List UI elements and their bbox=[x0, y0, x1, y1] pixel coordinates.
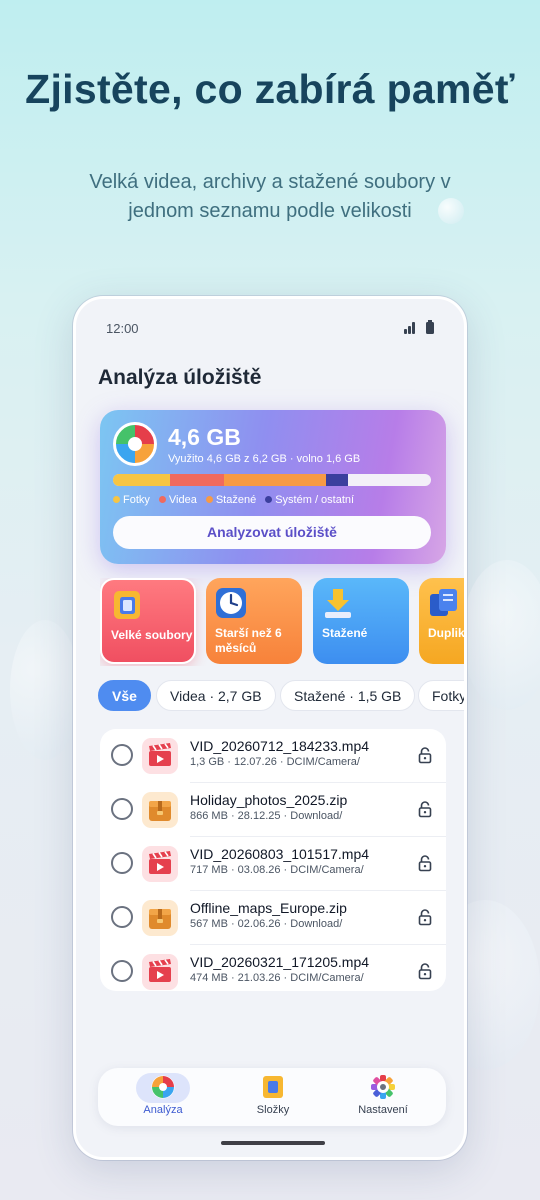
nav-item-analysis[interactable]: Analýza bbox=[118, 1073, 208, 1116]
select-checkbox[interactable] bbox=[111, 960, 133, 982]
clock-icon bbox=[216, 588, 246, 618]
file-name: Holiday_photos_2025.zip bbox=[190, 792, 348, 808]
select-checkbox[interactable] bbox=[111, 798, 133, 820]
lock-icon[interactable] bbox=[418, 962, 432, 980]
file-name: VID_20260803_101517.mp4 bbox=[190, 846, 370, 862]
file-meta: 1,3 GB · 12.07.26 · DCIM/Camera/ bbox=[190, 756, 360, 768]
file-meta: 717 MB · 03.08.26 · DCIM/Camera/ bbox=[190, 864, 364, 876]
file-row[interactable]: VID_20260321_171205.mp4 474 MB · 21.03.26… bbox=[100, 945, 446, 991]
legend-item: Fotky bbox=[113, 494, 150, 506]
status-bar: 12:00 bbox=[106, 319, 434, 337]
folder-icon bbox=[263, 1076, 283, 1098]
select-checkbox[interactable] bbox=[111, 906, 133, 928]
nav-item-folders[interactable]: Složky bbox=[228, 1074, 318, 1116]
storage-summary-card: 4,6 GB Využito 4,6 GB z 6,2 GB · volno 1… bbox=[100, 410, 446, 564]
filter-chip-all[interactable]: Vše bbox=[98, 680, 151, 711]
category-duplicates[interactable]: Duplikáty bbox=[419, 578, 464, 664]
lock-icon[interactable] bbox=[418, 800, 432, 818]
bottom-navigation: Analýza Složky Nastavení bbox=[98, 1068, 446, 1126]
nav-item-settings[interactable]: Nastavení bbox=[338, 1074, 428, 1116]
download-icon bbox=[325, 589, 351, 618]
home-indicator bbox=[221, 1141, 325, 1145]
page-title: Analýza úložiště bbox=[98, 366, 262, 389]
usage-segment bbox=[326, 474, 349, 486]
archive-file-icon bbox=[142, 792, 178, 828]
storage-usage-bar bbox=[113, 474, 431, 486]
storage-legend: Fotky Videa Stažené Systém / ostatní bbox=[113, 494, 354, 506]
usage-segment bbox=[170, 474, 225, 486]
lock-icon[interactable] bbox=[418, 746, 432, 764]
usage-segment bbox=[113, 474, 171, 486]
promo-subline: Velká videa, archivy a stažené soubory v… bbox=[89, 171, 451, 222]
lock-icon[interactable] bbox=[418, 854, 432, 872]
file-name: Offline_maps_Europe.zip bbox=[190, 900, 347, 916]
battery-icon bbox=[426, 320, 434, 334]
file-name: VID_20260712_184233.mp4 bbox=[190, 738, 370, 754]
storage-pie-icon bbox=[113, 422, 157, 466]
legend-item: Stažené bbox=[205, 494, 256, 506]
file-meta: 567 MB · 02.06.26 · Download/ bbox=[190, 918, 343, 930]
storage-usage-text: Využito 4,6 GB z 6,2 GB · volno 1,6 GB bbox=[168, 453, 361, 465]
usage-segment bbox=[224, 474, 327, 486]
category-cards: Velké soubory Starší než 6 měsíců Stažen… bbox=[100, 578, 464, 666]
storage-used-value: 4,6 GB bbox=[168, 424, 241, 450]
file-list: VID_20260712_184233.mp4 1,3 GB · 12.07.26… bbox=[100, 729, 446, 991]
legend-dot bbox=[113, 495, 120, 503]
select-checkbox[interactable] bbox=[111, 852, 133, 874]
legend-item: Systém / ostatní bbox=[265, 494, 354, 506]
legend-item: Videa bbox=[158, 494, 197, 506]
legend-dot bbox=[265, 495, 273, 503]
lock-icon[interactable] bbox=[418, 908, 432, 926]
file-icon bbox=[114, 591, 140, 619]
settings-icon bbox=[371, 1075, 395, 1099]
file-row[interactable]: VID_20260803_101517.mp4 717 MB · 03.08.26… bbox=[100, 837, 446, 891]
filter-chip-downloads[interactable]: Stažené · 1,5 GB bbox=[280, 680, 416, 711]
pie-chart-icon bbox=[151, 1075, 175, 1099]
legend-dot bbox=[158, 495, 166, 503]
signal-icon bbox=[404, 322, 416, 334]
status-time: 12:00 bbox=[106, 320, 139, 336]
file-row[interactable]: Offline_maps_Europe.zip 567 MB · 02.06.26… bbox=[100, 891, 446, 945]
legend-dot bbox=[205, 495, 213, 503]
filter-chip-videos[interactable]: Videa · 2,7 GB bbox=[156, 680, 276, 711]
video-file-icon bbox=[142, 846, 178, 882]
decorative-bubble bbox=[462, 560, 540, 710]
promo-headline: Zjistěte, co zabírá paměť bbox=[25, 66, 515, 112]
video-file-icon bbox=[142, 954, 178, 990]
video-file-icon bbox=[142, 738, 178, 774]
archive-file-icon bbox=[142, 900, 178, 936]
analyze-storage-button[interactable]: Analyzovat úložiště bbox=[113, 516, 431, 549]
category-large-files[interactable]: Velké soubory bbox=[100, 578, 196, 664]
phone-frame: 12:00 Analýza úložiště 4,6 GB Využito 4,… bbox=[73, 296, 467, 1160]
file-row[interactable]: VID_20260712_184233.mp4 1,3 GB · 12.07.26… bbox=[100, 729, 446, 783]
file-name: VID_20260321_171205.mp4 bbox=[190, 954, 370, 970]
category-older-than-6-months[interactable]: Starší než 6 měsíců bbox=[206, 578, 302, 664]
file-meta: 866 MB · 28.12.25 · Download/ bbox=[190, 810, 343, 822]
category-downloads[interactable]: Stažené bbox=[313, 578, 409, 664]
duplicate-icon bbox=[430, 589, 457, 616]
file-meta: 474 MB · 21.03.26 · DCIM/Camera/ bbox=[190, 972, 364, 984]
filter-chips: Vše Videa · 2,7 GB Stažené · 1,5 GB Fotk… bbox=[98, 680, 464, 712]
filter-chip-photos[interactable]: Fotky bbox=[418, 680, 464, 711]
decorative-bubble bbox=[10, 620, 80, 760]
select-checkbox[interactable] bbox=[111, 744, 133, 766]
file-row[interactable]: Holiday_photos_2025.zip 866 MB · 28.12.25… bbox=[100, 783, 446, 837]
